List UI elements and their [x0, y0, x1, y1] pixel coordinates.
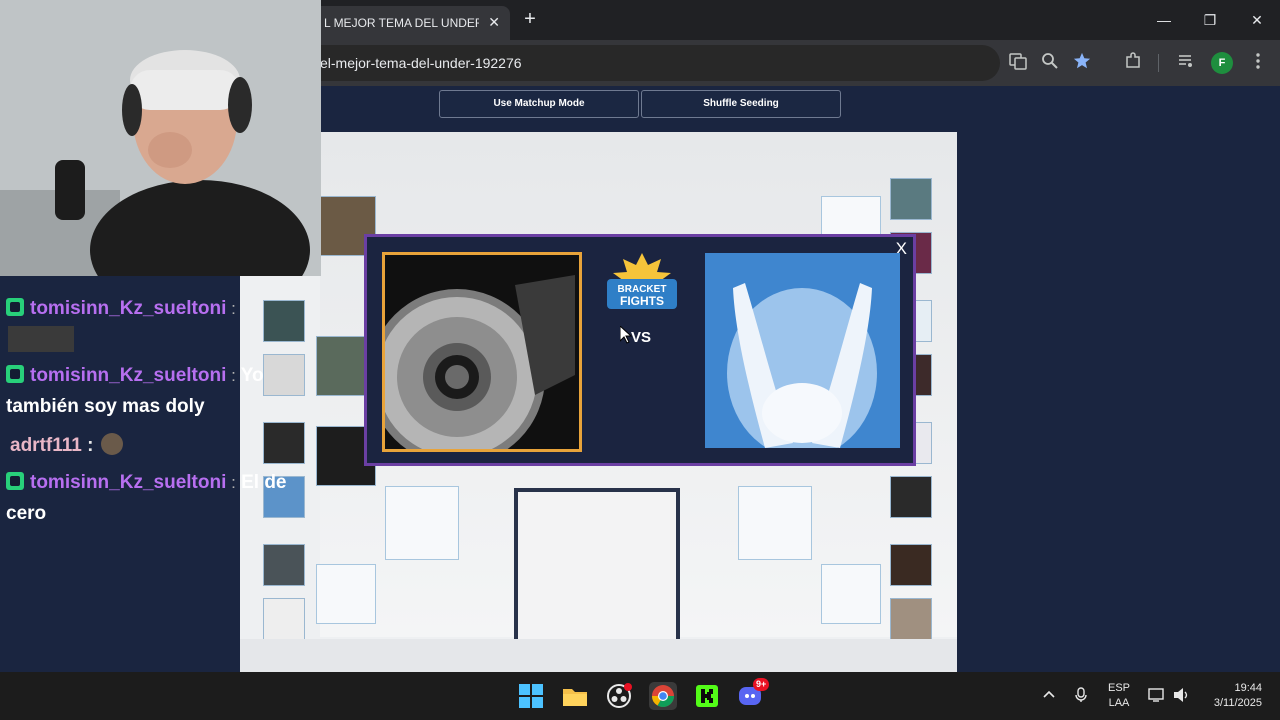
bookmark-star-icon[interactable] — [1071, 52, 1093, 74]
restore-button[interactable]: ❐ — [1196, 8, 1224, 32]
bracket-slot — [821, 564, 881, 624]
new-tab-button[interactable]: + — [518, 8, 542, 32]
keyboard-layout: LAA — [1108, 697, 1130, 709]
chat-message-continuation: cero — [6, 503, 47, 524]
chat-username: tomisinn_Kz_sueltoni — [30, 365, 227, 386]
entry-thumbnail[interactable] — [263, 598, 305, 640]
clock-time: 19:44 — [1234, 682, 1262, 694]
extensions-icon[interactable] — [1122, 52, 1144, 74]
chat-text: El de — [235, 472, 287, 493]
tab-title: L MEJOR TEMA DEL UNDER B — [324, 16, 479, 30]
translate-icon[interactable] — [1007, 52, 1029, 74]
tray-chevron-up-icon[interactable] — [1042, 687, 1056, 704]
start-windows-icon[interactable] — [517, 682, 545, 710]
entry-thumbnail[interactable] — [890, 476, 932, 518]
chat-separator: : — [81, 435, 94, 456]
bracket-slot — [385, 486, 459, 560]
chat-emote-image — [101, 433, 124, 455]
chat-message: adrtf111 : — [10, 433, 124, 457]
webcam-overlay — [0, 0, 321, 276]
chat-separator: : — [226, 366, 236, 385]
minimize-button[interactable]: — — [1150, 8, 1178, 32]
network-icon[interactable] — [1148, 687, 1166, 706]
chat-emote-image — [8, 326, 74, 352]
chat-message-continuation: también soy mas doly — [6, 396, 205, 417]
matchup-mode-button[interactable]: Use Matchup Mode — [439, 90, 639, 118]
hands-artwork — [705, 253, 900, 448]
chat-message: tomisinn_Kz_sueltoni : — [6, 298, 236, 320]
zoom-icon[interactable] — [1039, 52, 1061, 74]
microphone-icon[interactable] — [1074, 687, 1088, 706]
streamer-camera-feed — [0, 0, 321, 276]
logo-text-fights: FIGHTS — [620, 294, 664, 308]
chat-username: adrtf111 — [10, 435, 82, 456]
toolbar-divider — [1158, 54, 1159, 72]
menu-kebab-icon[interactable] — [1247, 52, 1269, 74]
kick-icon[interactable] — [693, 682, 721, 710]
stream-chat: tomisinn_Kz_sueltoni : tomisinn_Kz_suelt… — [0, 276, 321, 556]
vs-label: VS — [631, 329, 652, 346]
clock-date: 3/11/2025 — [1213, 697, 1262, 709]
bracket-slot — [316, 564, 376, 624]
chat-message: tomisinn_Kz_sueltoni : Yo — [6, 365, 264, 387]
clock[interactable]: 19:44 3/11/2025 — [1198, 682, 1268, 709]
language-code: ESP — [1107, 682, 1130, 694]
entry-thumbnail[interactable] — [890, 598, 932, 640]
chat-badge-icon — [6, 472, 24, 490]
tab-close-icon[interactable]: ✕ — [488, 14, 500, 31]
matchup-choice-right[interactable] — [705, 253, 900, 448]
matchup-choice-left[interactable] — [382, 252, 582, 452]
media-control-icon[interactable] — [1175, 52, 1197, 74]
chat-username: tomisinn_Kz_sueltoni — [30, 472, 227, 493]
chat-separator: : — [226, 299, 236, 318]
profile-avatar[interactable]: F — [1211, 52, 1233, 74]
bracket-fights-logo: BRACKET FIGHTS — [603, 251, 681, 313]
chat-badge-icon — [6, 298, 24, 316]
discord-icon[interactable]: 9+ — [737, 678, 770, 710]
page-footer-strip — [240, 639, 957, 672]
close-window-button[interactable]: ✕ — [1243, 8, 1271, 32]
obs-icon[interactable] — [605, 682, 633, 710]
cd-gear-artwork — [385, 255, 579, 449]
volume-icon[interactable] — [1173, 687, 1191, 706]
shuffle-seeding-button[interactable]: Shuffle Seeding — [641, 90, 841, 118]
browser-tab-active[interactable]: L MEJOR TEMA DEL UNDER B ✕ — [312, 6, 510, 40]
address-bar[interactable]: el-mejor-tema-del-under-192276 — [300, 45, 1000, 81]
entry-thumbnail[interactable] — [890, 544, 932, 586]
url-text: el-mejor-tema-del-under-192276 — [320, 55, 522, 71]
chat-text: Yo — [235, 365, 264, 386]
screen: L MEJOR TEMA DEL UNDER B ✕ + — ❐ ✕ el-me… — [0, 0, 1280, 720]
final-winner-slot — [514, 488, 680, 654]
input-language[interactable]: ESP LAA — [1104, 682, 1134, 709]
entry-thumbnail[interactable] — [890, 178, 932, 220]
chat-message: tomisinn_Kz_sueltoni : El de — [6, 472, 287, 494]
bracket-slot — [738, 486, 812, 560]
file-explorer-icon[interactable] — [561, 682, 589, 710]
matchup-modal: X BRACKET FIGHTS VS — [364, 234, 916, 466]
chrome-icon[interactable] — [649, 682, 677, 710]
chat-username: tomisinn_Kz_sueltoni — [30, 298, 227, 319]
chat-badge-icon — [6, 365, 24, 383]
taskbar: 9+ ESP LAA 19:44 3/11/2025 — [0, 672, 1280, 720]
chat-separator: : — [226, 473, 236, 492]
mouse-cursor-icon — [619, 324, 633, 349]
discord-notification-badge: 9+ — [753, 678, 770, 691]
